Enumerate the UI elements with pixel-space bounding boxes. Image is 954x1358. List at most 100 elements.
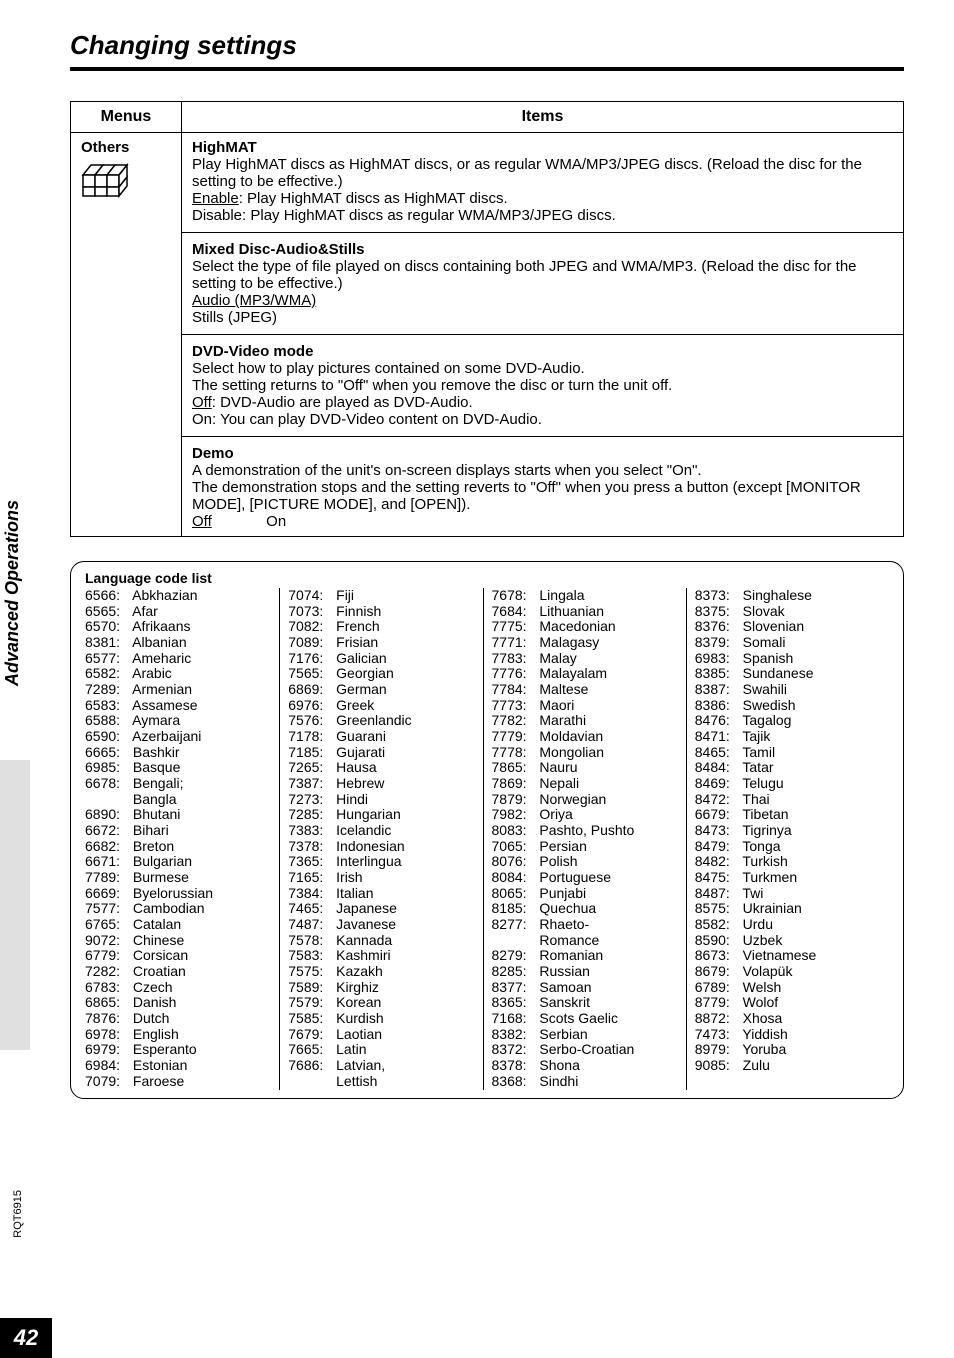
lang-code: 7678:	[492, 588, 536, 604]
lang-code: 8469:	[695, 776, 739, 792]
lang-name: Slovak	[743, 603, 785, 619]
lang-name: Basque	[133, 759, 180, 775]
lang-code: 7679:	[288, 1027, 332, 1043]
lang-name: Japanese	[336, 900, 397, 916]
lang-code: 8065:	[492, 886, 536, 902]
lang-entry: 6979: Esperanto	[85, 1042, 271, 1058]
lang-code: 7565:	[288, 666, 332, 682]
lang-column: 6566: Abkhazian6565: Afar6570: Afrikaans…	[85, 588, 279, 1090]
lang-entry: 7879: Norwegian	[492, 792, 678, 808]
lang-entry: 6577: Ameharic	[85, 651, 271, 667]
lang-name: Kurdish	[336, 1010, 383, 1026]
lang-code: 7778:	[492, 745, 536, 761]
lang-name: Nepali	[539, 775, 579, 791]
lang-code: 8465:	[695, 745, 739, 761]
lang-code: 6570:	[85, 619, 129, 635]
lang-entry: 7465: Japanese	[288, 901, 474, 917]
lang-name: Icelandic	[336, 822, 391, 838]
lang-code: 6672:	[85, 823, 129, 839]
lang-entry: 7383: Icelandic	[288, 823, 474, 839]
lang-name: Byelorussian	[133, 885, 213, 901]
lang-name: Bulgarian	[133, 853, 192, 869]
lang-name: Samoan	[539, 979, 591, 995]
lang-entry: 6978: English	[85, 1027, 271, 1043]
lang-name: Hungarian	[336, 806, 401, 822]
lang-name: Kirghiz	[336, 979, 379, 995]
lang-code: 8379:	[695, 635, 739, 651]
lang-entry: 8582: Urdu	[695, 917, 881, 933]
menus-cell: Others	[71, 133, 182, 537]
lang-entry: 6869: German	[288, 682, 474, 698]
lang-name: Finnish	[336, 603, 381, 619]
lang-entry: 7089: Frisian	[288, 635, 474, 651]
lang-entry: 7082: French	[288, 619, 474, 635]
lang-code: 8872:	[695, 1011, 739, 1027]
lang-name: Lingala	[539, 587, 584, 603]
dvd-on-text: On: You can play DVD-Video content on DV…	[192, 411, 542, 428]
lang-name: Xhosa	[743, 1010, 783, 1026]
lang-name: Norwegian	[539, 791, 606, 807]
lang-code: 6583:	[85, 698, 129, 714]
mixed-opt-stills: Stills (JPEG)	[192, 309, 277, 326]
lang-name: Bangla	[133, 791, 177, 807]
lang-entry: 8076: Polish	[492, 854, 678, 870]
lang-entry: 7273: Hindi	[288, 792, 474, 808]
lang-name: Tagalog	[742, 712, 791, 728]
lang-code: 6983:	[695, 651, 739, 667]
lang-code: 7285:	[288, 807, 332, 823]
lang-entry: 7789: Burmese	[85, 870, 271, 886]
lang-code: 7473:	[695, 1027, 739, 1043]
lang-name: Italian	[336, 885, 373, 901]
lang-entry: 7583: Kashmiri	[288, 948, 474, 964]
lang-name: Wolof	[743, 994, 779, 1010]
highmat-section: HighMAT Play HighMAT discs as HighMAT di…	[192, 139, 893, 224]
lang-code: 8472:	[695, 792, 739, 808]
lang-name: Cambodian	[133, 900, 205, 916]
lang-code: 7165:	[288, 870, 332, 886]
lang-code: 8185:	[492, 901, 536, 917]
lang-code: 6582:	[85, 666, 129, 682]
lang-entry: 7577: Cambodian	[85, 901, 271, 917]
lang-code: 8471:	[695, 729, 739, 745]
lang-name: Serbo-Croatian	[539, 1041, 634, 1057]
lang-entry: 7865: Nauru	[492, 760, 678, 776]
lang-entry: 6983: Spanish	[695, 651, 881, 667]
mixed-desc: Select the type of file played on discs …	[192, 258, 857, 292]
lang-entry: 6679: Tibetan	[695, 807, 881, 823]
lang-entry: 8279: Romanian	[492, 948, 678, 964]
lang-code: 8385:	[695, 666, 739, 682]
lang-name: Greek	[336, 697, 374, 713]
lang-code: 8382:	[492, 1027, 536, 1043]
highmat-enable-text: : Play HighMAT discs as HighMAT discs.	[239, 190, 508, 207]
demo-l2: The demonstration stops and the setting …	[192, 479, 861, 513]
lang-entry: 6665: Bashkir	[85, 745, 271, 761]
lang-name: Frisian	[336, 634, 378, 650]
lang-entry: 6976: Greek	[288, 698, 474, 714]
lang-code: 6565:	[85, 604, 129, 620]
lang-name: Breton	[133, 838, 174, 854]
lang-code: 8381:	[85, 635, 129, 651]
lang-entry: 6789: Welsh	[695, 980, 881, 996]
mixed-title: Mixed Disc-Audio&Stills	[192, 241, 365, 258]
lang-entry: 8465: Tamil	[695, 745, 881, 761]
lang-code: 8084:	[492, 870, 536, 886]
lang-name: Thai	[742, 791, 769, 807]
lang-code: 6665:	[85, 745, 129, 761]
lang-entry: 7784: Maltese	[492, 682, 678, 698]
lang-name: Uzbek	[743, 932, 783, 948]
lang-name: Pashto, Pushto	[539, 822, 634, 838]
lang-entry: 7678: Lingala	[492, 588, 678, 604]
lang-name: Turkmen	[742, 869, 797, 885]
lang-entry: 9085: Zulu	[695, 1058, 881, 1074]
lang-code: 8679:	[695, 964, 739, 980]
demo-off: Off	[192, 513, 262, 530]
lang-entry: 7773: Maori	[492, 698, 678, 714]
lang-code: 7865:	[492, 760, 536, 776]
lang-name: Ameharic	[132, 650, 191, 666]
demo-on: On	[266, 513, 286, 530]
lang-entry: 6582: Arabic	[85, 666, 271, 682]
lang-entry: Romance	[492, 933, 678, 949]
lang-code: 7065:	[492, 839, 536, 855]
lang-code: 7168:	[492, 1011, 536, 1027]
lang-name: Corsican	[133, 947, 188, 963]
